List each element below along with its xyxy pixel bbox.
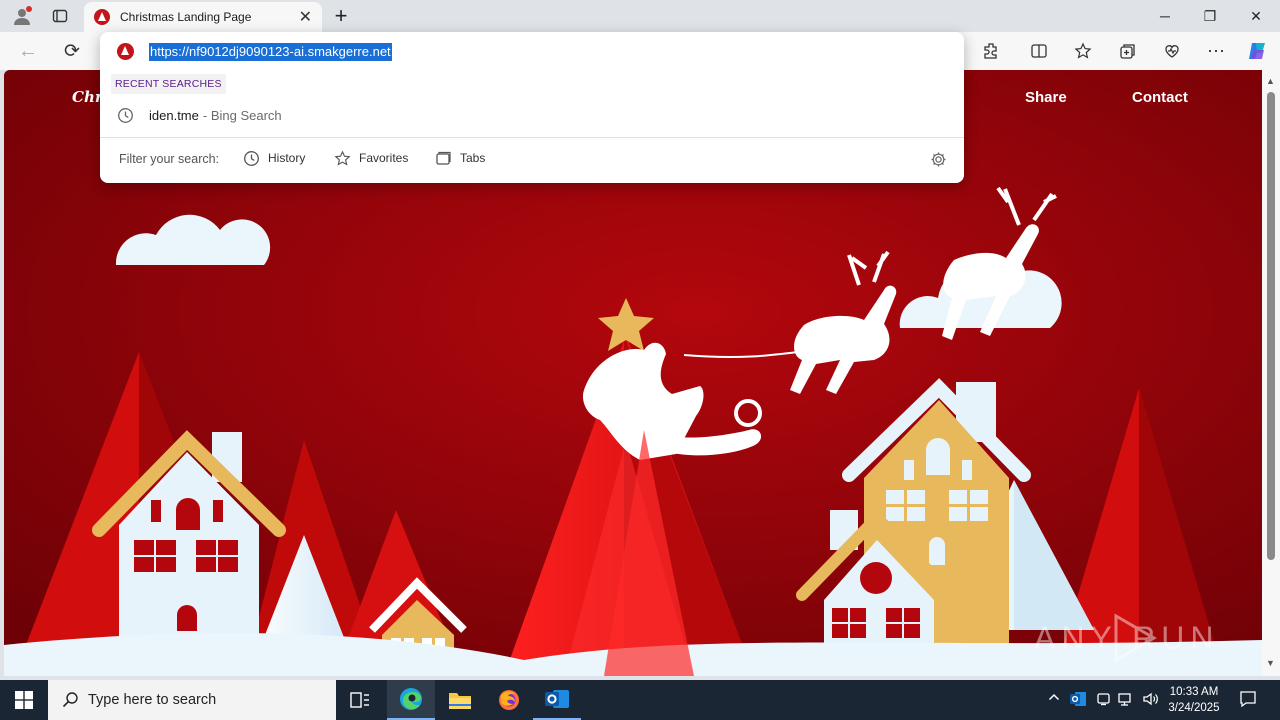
scroll-up-icon[interactable]: ▲ [1266,76,1275,86]
minimize-button[interactable]: ─ [1145,0,1185,32]
windows-logo-icon [15,691,33,709]
site-warning-icon [117,43,134,60]
tabs-icon [434,149,452,167]
firefox-icon[interactable] [485,680,533,720]
history-clock-icon [116,106,134,124]
suggestion-query: iden.tme [149,107,199,123]
edge-taskbar-icon[interactable] [387,680,435,720]
filter-tabs-button[interactable]: Tabs [434,149,485,167]
filter-label: Filter your search: [119,152,220,166]
filter-history-label: History [268,151,306,165]
filter-history-button[interactable]: History [242,149,305,167]
tab-actions-icon[interactable] [46,0,74,32]
filter-favorites-label: Favorites [359,151,409,165]
copilot-icon[interactable] [1246,40,1268,62]
tray-chevron-icon[interactable] [1048,691,1060,706]
divider [100,137,964,138]
outlook-icon[interactable] [533,680,581,720]
address-bar-dropdown: https://nf9012dj9090123-ai.smakgerre.net… [100,32,964,183]
history-icon [242,149,260,167]
taskbar-search-box[interactable]: Type here to search [48,680,336,720]
title-bar: Christmas Landing Page ✕ + ─ ❐ ✕ [0,0,1280,32]
clock-date: 3/24/2025 [1168,702,1220,714]
tab-active[interactable]: Christmas Landing Page ✕ [84,2,322,32]
notifications-icon[interactable] [1239,690,1257,711]
filter-favorites-button[interactable]: Favorites [333,149,408,167]
split-screen-icon[interactable] [1028,40,1050,62]
anyrun-watermark-text: ANY RUN [1034,620,1220,656]
more-menu-icon[interactable]: ⋯ [1205,40,1227,62]
search-placeholder: Type here to search [88,692,217,708]
task-view-icon[interactable] [336,680,384,720]
address-bar-url[interactable]: https://nf9012dj9090123-ai.smakgerre.net [149,43,392,61]
close-window-button[interactable]: ✕ [1236,0,1276,32]
tab-close-icon[interactable]: ✕ [299,7,312,27]
vertical-scrollbar[interactable]: ▲ ▼ [1262,70,1280,676]
file-explorer-icon[interactable] [436,680,484,720]
profile-icon[interactable] [8,0,36,32]
nav-contact-link[interactable]: Contact [1132,89,1188,106]
back-button[interactable]: ← [17,40,39,62]
anyrun-watermark: ANY RUN [1034,610,1244,666]
recent-searches-label: RECENT SEARCHES [111,74,226,94]
start-button[interactable] [0,680,48,720]
restore-button[interactable]: ❐ [1190,0,1230,32]
favorites-star-icon[interactable] [1072,40,1094,62]
extensions-icon[interactable] [980,40,1002,62]
new-tab-button[interactable]: + [330,0,352,32]
search-settings-gear-icon[interactable] [930,151,947,173]
scrollbar-thumb[interactable] [1267,92,1275,560]
star-outline-icon [333,149,351,167]
suggestion-source: - Bing Search [202,107,282,123]
nav-share-link[interactable]: Share [1025,89,1067,106]
outlook-tray-icon[interactable] [1070,691,1087,710]
tab-title: Christmas Landing Page [120,10,252,24]
scroll-down-icon[interactable]: ▼ [1266,658,1275,668]
refresh-button[interactable]: ⟳ [61,40,83,62]
taskbar-clock[interactable]: 10:33 AM 3/24/2025 [1160,684,1228,716]
site-favicon-icon [94,9,110,25]
browser-essentials-icon[interactable] [1161,40,1183,62]
collections-icon[interactable] [1117,40,1139,62]
volume-icon[interactable] [1142,691,1160,710]
suggestion-item[interactable]: iden.tme - Bing Search [100,102,964,128]
search-icon [62,691,80,709]
windows-taskbar: Type here to search 10:33 AM 3/24/2025 [0,680,1280,720]
filter-tabs-label: Tabs [460,151,486,165]
meet-now-icon[interactable] [1096,691,1111,709]
network-icon[interactable] [1118,691,1135,710]
clock-time: 10:33 AM [1169,686,1219,698]
